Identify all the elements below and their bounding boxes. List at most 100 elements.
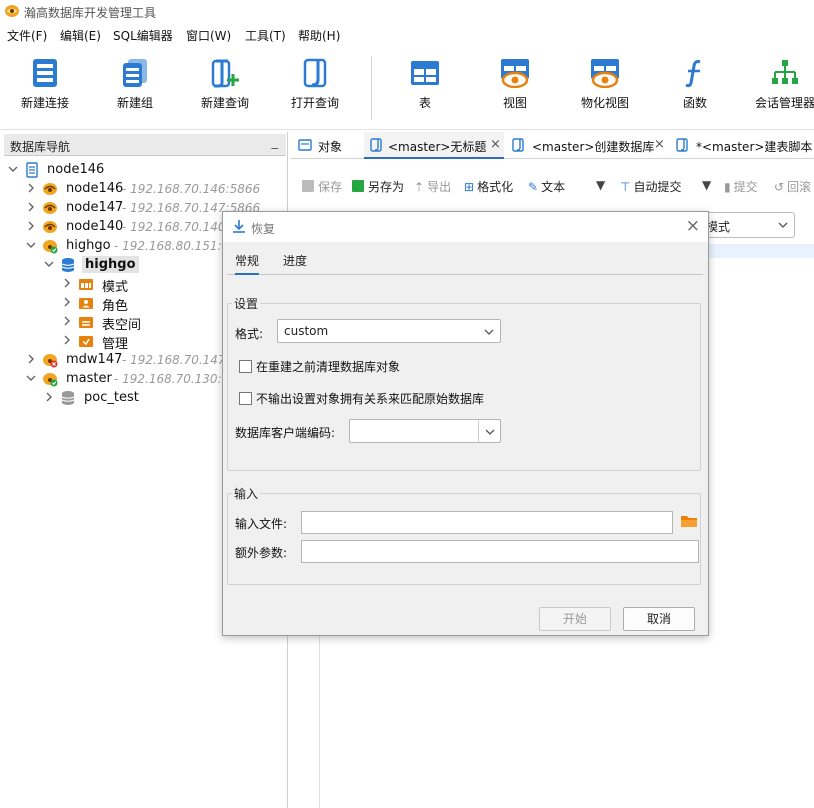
auto-commit-dropdown[interactable]: ▼ <box>702 178 711 192</box>
new-group-button[interactable]: 新建组 <box>92 58 178 111</box>
tab-general[interactable]: 常规 <box>235 252 260 275</box>
new-connection-button[interactable]: 新建连接 <box>2 58 88 111</box>
settings-group: 设置 格式: custom 在重建之前清理数据库对象 不输出设置对象拥有关系来匹… <box>227 295 701 471</box>
sql-file-icon <box>512 138 524 152</box>
no-owner-label: 不输出设置对象拥有关系来匹配原始数据库 <box>256 392 485 406</box>
tab-objects[interactable]: 对象 <box>296 132 362 159</box>
chevron-down-icon[interactable] <box>8 163 18 175</box>
chevron-right-icon[interactable] <box>26 220 36 232</box>
new-group-label: 新建组 <box>116 96 153 110</box>
dialog-title-bar: 恢复 × <box>223 212 708 242</box>
connection-icon <box>43 183 57 195</box>
menu-edit[interactable]: 编辑(E) <box>60 27 101 44</box>
rollback-label: 回滚 <box>787 180 812 194</box>
save-label: 保存 <box>318 180 343 194</box>
tree-label: 管理 <box>102 337 129 352</box>
navigator-title: 数据库导航 <box>10 140 71 154</box>
chevron-right-icon[interactable] <box>62 334 72 346</box>
management-folder-icon <box>79 336 93 347</box>
menu-sql-editor[interactable]: SQL编辑器 <box>113 27 173 44</box>
database-icon <box>61 391 75 405</box>
tab-label: <master>创建数据库 <box>532 140 655 154</box>
settings-legend: 设置 <box>232 295 261 312</box>
save-as-button[interactable]: 另存为 <box>352 178 404 195</box>
download-icon <box>233 220 245 233</box>
schema-select[interactable]: 模式 <box>697 212 795 238</box>
menu-help[interactable]: 帮助(H) <box>298 27 340 44</box>
save-button[interactable]: 保存 <box>302 178 342 195</box>
chevron-right-icon[interactable] <box>44 391 54 403</box>
no-owner-checkbox[interactable] <box>239 392 252 405</box>
format-value: custom <box>284 324 329 338</box>
menu-window[interactable]: 窗口(W) <box>186 27 231 44</box>
close-tab-icon[interactable]: × <box>654 137 665 152</box>
chevron-down-icon[interactable] <box>44 258 54 270</box>
cancel-button[interactable]: 取消 <box>623 607 695 631</box>
menu-file[interactable]: 文件(F) <box>7 27 47 44</box>
chevron-right-icon[interactable] <box>62 296 72 308</box>
export-button[interactable]: ⇡ 导出 <box>414 178 451 195</box>
tab-create-table-script[interactable]: *<master>建表脚本 <box>670 132 814 159</box>
materialized-view-icon <box>591 59 619 88</box>
function-icon <box>685 60 701 88</box>
input-group: 输入 输入文件: 额外参数: <box>227 485 701 585</box>
rollback-button[interactable]: ↺ 回滚 <box>774 178 811 195</box>
auto-commit-label: 自动提交 <box>633 180 682 194</box>
tab-progress[interactable]: 进度 <box>283 252 307 269</box>
commit-button[interactable]: ▮ 提交 <box>724 178 758 195</box>
text-dropdown[interactable]: ▼ <box>596 178 605 192</box>
chevron-right-icon[interactable] <box>26 201 36 213</box>
tree-label: 表空间 <box>102 318 142 333</box>
menu-tools[interactable]: 工具(T) <box>245 27 286 44</box>
chevron-down-icon[interactable] <box>26 372 36 384</box>
new-query-button[interactable]: 新建查询 <box>182 58 268 111</box>
open-query-button[interactable]: 打开查询 <box>272 58 358 111</box>
tab-create-database[interactable]: <master>创建数据库 × <box>506 132 666 159</box>
toolbar-separator <box>371 56 372 120</box>
view-label: 视图 <box>502 96 527 110</box>
editor-toolbar: 保存 另存为 ⇡ 导出 ⊞ 格式化 ✎ 文本 ▼ ⊤ 自动提交 ▼ ▮ 提交 ↺ 回滚 <box>290 170 814 202</box>
app-title: 瀚高数据库开发管理工具 <box>24 6 157 20</box>
format-button[interactable]: ⊞ 格式化 <box>464 178 513 195</box>
text-button[interactable]: ✎ 文本 <box>528 178 565 195</box>
tab-untitled[interactable]: <master>无标题 × <box>364 132 504 159</box>
view-button[interactable]: 视图 <box>472 58 558 111</box>
session-manager-button[interactable]: 会话管理器 <box>742 58 814 111</box>
tree-node-node146[interactable]: node146 - 192.168.70.146:5866 <box>0 180 286 199</box>
input-file-field[interactable] <box>301 511 673 534</box>
connected-icon <box>43 240 58 254</box>
commit-icon: ▮ <box>724 180 731 194</box>
start-button[interactable]: 开始 <box>539 607 611 631</box>
format-select[interactable]: custom <box>277 319 501 343</box>
session-manager-label: 会话管理器 <box>754 96 814 110</box>
close-tab-icon[interactable]: × <box>490 137 501 152</box>
minimize-button[interactable]: _ <box>272 135 279 150</box>
table-button[interactable]: 表 <box>382 58 468 111</box>
app-logo-icon <box>5 5 19 17</box>
function-button[interactable]: 函数 <box>652 58 738 111</box>
input-file-label: 输入文件: <box>235 517 288 531</box>
tree-label: poc_test <box>84 390 139 405</box>
chevron-right-icon[interactable] <box>62 277 72 289</box>
clean-before-restore-label: 在重建之前清理数据库对象 <box>256 360 401 374</box>
save-as-label: 另存为 <box>368 180 405 194</box>
client-encoding-dropdown[interactable] <box>478 420 500 442</box>
dialog-close-button[interactable]: × <box>686 216 700 236</box>
browse-file-button[interactable] <box>678 510 700 532</box>
extra-params-field[interactable] <box>301 540 699 563</box>
open-query-label: 打开查询 <box>290 96 339 110</box>
tree-node-node146-group[interactable]: node146 <box>0 161 286 180</box>
server-icon <box>33 59 57 87</box>
chevron-right-icon[interactable] <box>26 182 36 194</box>
clean-before-restore-checkbox[interactable] <box>239 360 252 373</box>
chevron-down-icon[interactable] <box>26 239 36 251</box>
connection-icon <box>43 221 57 233</box>
materialized-view-button[interactable]: 物化视图 <box>562 58 648 111</box>
commit-label: 提交 <box>733 180 758 194</box>
chevron-right-icon[interactable] <box>62 315 72 327</box>
chevron-right-icon[interactable] <box>26 353 36 365</box>
tree-label: node146 <box>66 181 124 196</box>
auto-commit-button[interactable]: ⊤ 自动提交 <box>620 178 681 195</box>
client-encoding-select[interactable] <box>349 419 501 443</box>
folder-icon <box>681 516 697 527</box>
